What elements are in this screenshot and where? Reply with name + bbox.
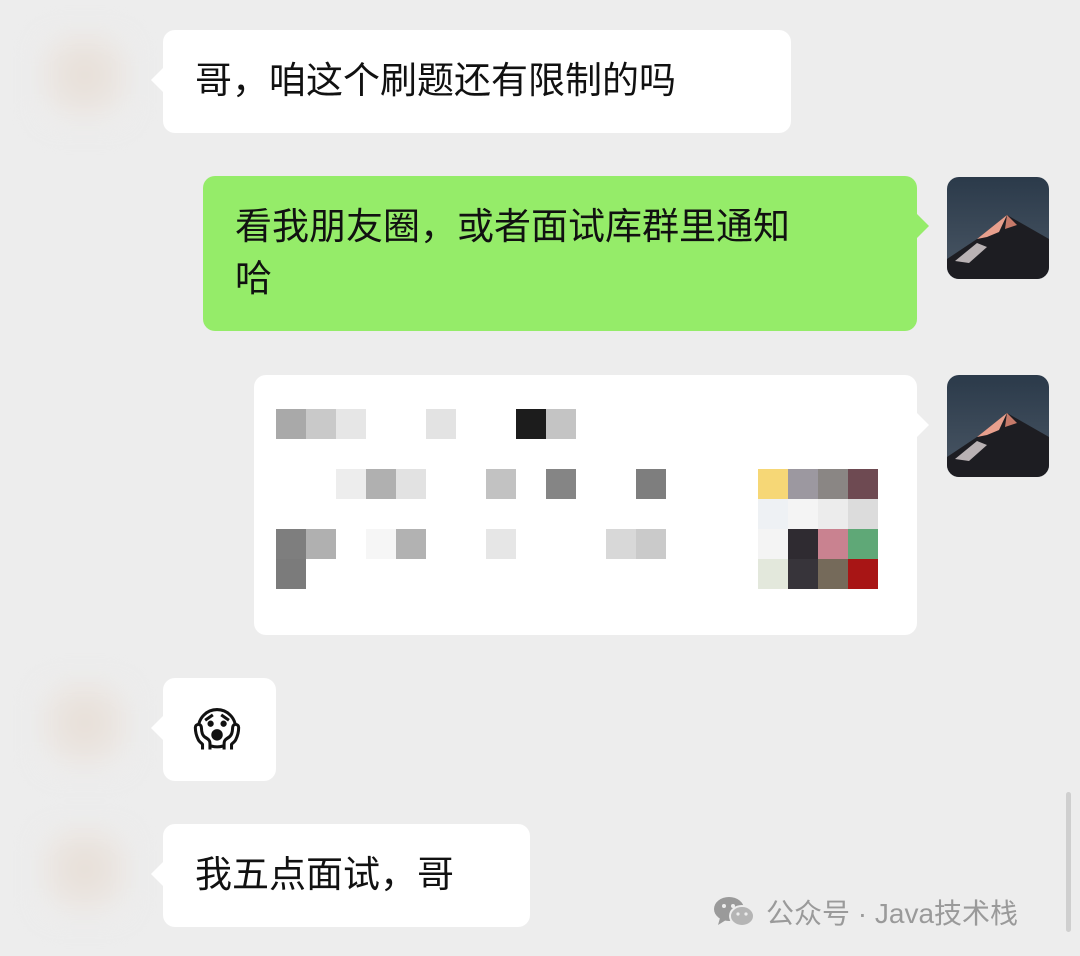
avatar-self[interactable]	[947, 375, 1049, 477]
watermark-text: 公众号 · Java技术栈	[766, 898, 1019, 929]
wechat-icon	[714, 897, 755, 927]
message-text-line: 哈	[235, 257, 272, 300]
bubble-tail	[151, 716, 163, 740]
bubble-tail	[917, 413, 929, 437]
message-bubble-incoming[interactable]: 我五点面试，哥	[151, 824, 530, 927]
message-bubble-incoming[interactable]: 😱	[151, 678, 276, 781]
message-text: 我五点面试，哥	[195, 853, 454, 896]
message-image-card[interactable]	[254, 375, 929, 635]
message-text-line: 看我朋友圈，或者面试库群里通知	[235, 205, 790, 248]
bubble-tail	[917, 214, 929, 238]
avatar-contact[interactable]	[35, 30, 135, 130]
scrollbar[interactable]	[1066, 792, 1071, 932]
message-bubble-outgoing[interactable]: 看我朋友圈，或者面试库群里通知 哈	[203, 176, 929, 331]
bubble-tail	[151, 68, 163, 92]
scream-emoji-icon: 😱	[193, 702, 241, 756]
bubble-tail	[151, 862, 163, 886]
message-bubble-incoming[interactable]: 哥，咱这个刷题还有限制的吗	[151, 30, 791, 133]
watermark: 公众号 · Java技术栈	[712, 890, 1018, 934]
avatar-contact[interactable]	[35, 824, 135, 924]
avatar-self[interactable]	[947, 177, 1049, 279]
message-text: 哥，咱这个刷题还有限制的吗	[195, 59, 676, 102]
avatar-contact[interactable]	[35, 678, 135, 778]
